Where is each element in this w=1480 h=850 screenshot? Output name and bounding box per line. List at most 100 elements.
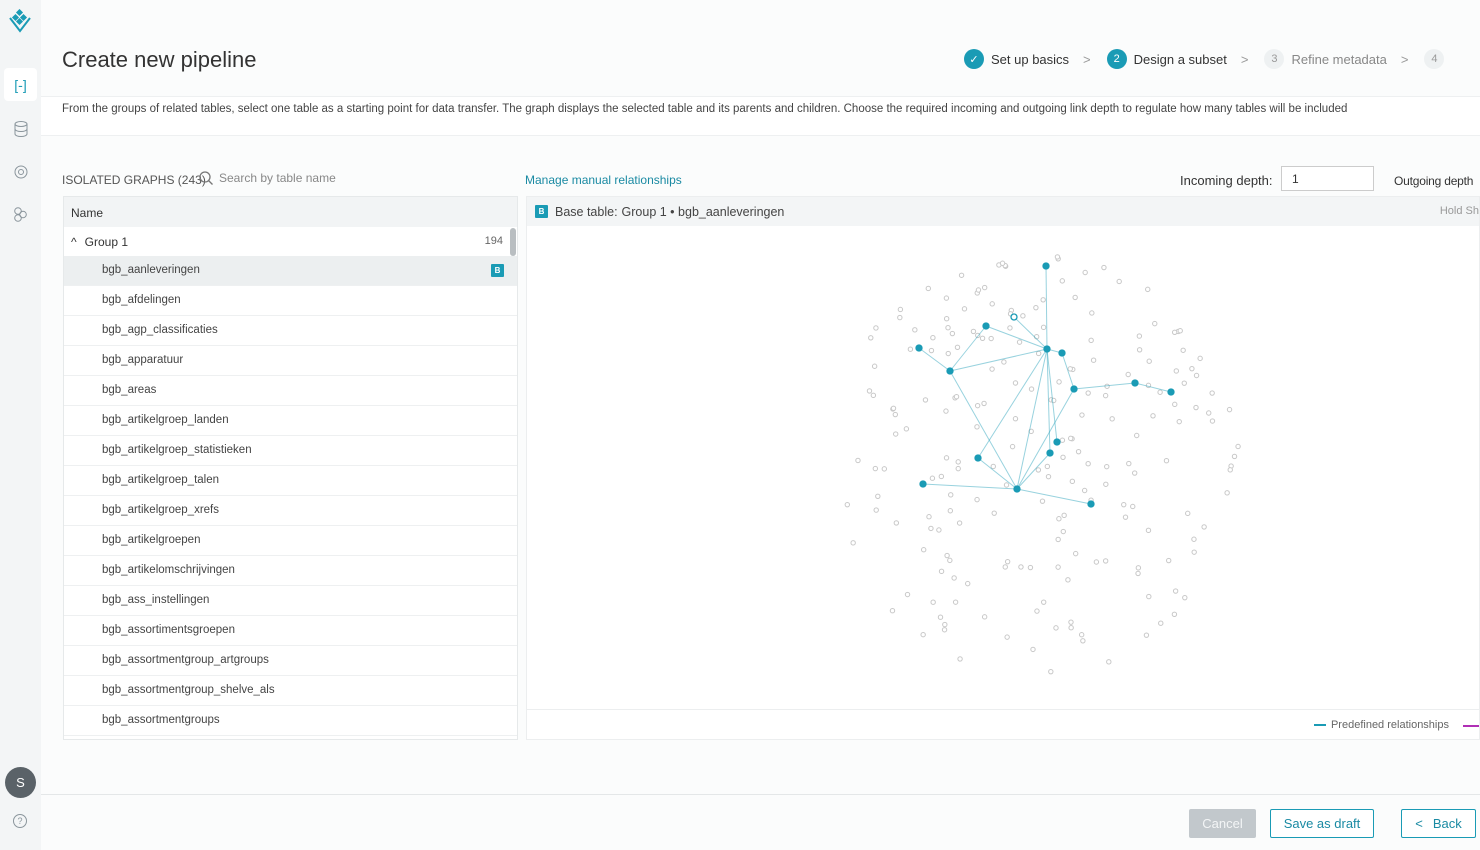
graph-node[interactable] [975, 287, 982, 293]
table-row[interactable]: bgb_artikelgroep_statistieken [64, 436, 517, 466]
graph-node[interactable] [974, 424, 980, 430]
graph-node[interactable] [907, 346, 914, 352]
graph-node[interactable] [1082, 269, 1088, 276]
graph-node[interactable] [1044, 463, 1051, 470]
graph-node[interactable] [844, 501, 851, 508]
graph-node[interactable] [1079, 412, 1085, 418]
graph-node[interactable] [1235, 443, 1241, 450]
graph-node[interactable] [1143, 632, 1150, 638]
graph-node[interactable] [1145, 286, 1151, 293]
graph-node[interactable] [1069, 478, 1076, 485]
graph-node-highlighted[interactable] [982, 322, 990, 330]
graph-node[interactable] [1172, 588, 1179, 594]
graph-node[interactable] [1180, 347, 1186, 353]
target-icon[interactable] [4, 155, 37, 188]
graph-node[interactable] [936, 527, 942, 533]
graph-node[interactable] [1080, 638, 1086, 644]
table-row[interactable]: bgb_artikelgroep_talen [64, 466, 517, 496]
graph-node[interactable] [873, 325, 879, 331]
graph-node[interactable] [1055, 564, 1061, 570]
database-icon[interactable] [4, 112, 37, 145]
graph-node[interactable] [954, 344, 961, 350]
scrollbar[interactable] [510, 228, 516, 256]
graph-node[interactable] [981, 284, 988, 291]
graph-node[interactable] [988, 335, 994, 342]
graph-node[interactable] [941, 627, 948, 633]
graph-node[interactable] [1035, 467, 1042, 473]
graph-node[interactable] [952, 599, 959, 605]
graph-node[interactable] [903, 426, 910, 432]
graph-node[interactable] [1226, 406, 1233, 413]
graph-node[interactable] [981, 400, 987, 407]
table-row[interactable]: bgb_ass_instellingen [64, 586, 517, 616]
graph-node[interactable] [1125, 371, 1131, 378]
graph-node[interactable] [1090, 357, 1097, 363]
help-icon[interactable]: ? [13, 814, 27, 828]
graph-node[interactable] [991, 510, 997, 516]
graph-node[interactable] [945, 350, 951, 357]
graph-node[interactable] [1101, 264, 1107, 271]
graph-node[interactable] [944, 552, 950, 559]
graph-node[interactable] [890, 405, 897, 412]
graph-node-highlighted[interactable] [1087, 500, 1095, 508]
table-row[interactable]: bgb_assortmentgroups [64, 706, 517, 736]
graph-node[interactable] [938, 568, 945, 575]
graph-node[interactable] [1177, 328, 1183, 334]
graph-node[interactable] [1104, 463, 1110, 470]
graph-node[interactable] [1035, 350, 1042, 357]
graph-node[interactable] [1034, 608, 1040, 614]
graph-node-highlighted[interactable] [1010, 313, 1018, 321]
graph-node[interactable] [1028, 386, 1035, 392]
graph-node[interactable] [926, 514, 932, 520]
graph-node[interactable] [1033, 333, 1040, 340]
graph-node[interactable] [942, 621, 948, 628]
back-button[interactable]: < Back [1401, 809, 1476, 838]
graph-node[interactable] [970, 328, 977, 335]
graph-node-highlighted[interactable] [1013, 485, 1021, 493]
graph-node[interactable] [868, 335, 874, 341]
table-row[interactable]: bgb_artikelomschrijvingen [64, 556, 517, 586]
graph-node[interactable] [1003, 482, 1010, 488]
graph-node[interactable] [912, 327, 918, 333]
graph-node[interactable] [937, 614, 944, 620]
graph-node[interactable] [943, 455, 950, 461]
graph-node[interactable] [1102, 392, 1109, 399]
graph-node[interactable] [855, 457, 861, 464]
graph-node[interactable] [1018, 564, 1024, 570]
table-row[interactable]: bgb_artikelgroepen [64, 526, 517, 556]
avatar[interactable]: S [5, 767, 36, 798]
graph-node[interactable] [872, 465, 879, 472]
graph-node[interactable] [1088, 337, 1094, 344]
graph-node[interactable] [1201, 524, 1207, 530]
table-row[interactable]: bgb_assortmentgroup_shelve_als [64, 676, 517, 706]
graph-node[interactable] [989, 301, 995, 307]
graph-node[interactable] [1206, 410, 1212, 416]
graph-node[interactable] [1209, 390, 1215, 396]
graph-node[interactable] [1189, 365, 1195, 372]
graph-node[interactable] [1002, 564, 1008, 570]
graph-node[interactable] [873, 507, 879, 513]
graph-node-highlighted[interactable] [1058, 349, 1066, 357]
graph-node[interactable] [920, 547, 927, 553]
graph-node[interactable] [871, 363, 878, 369]
graph-node[interactable] [1078, 632, 1085, 638]
graph-node[interactable] [1136, 347, 1143, 353]
graph-node[interactable] [1146, 358, 1152, 364]
graph-node[interactable] [1163, 457, 1170, 464]
graph-node[interactable] [1085, 390, 1091, 396]
graph-node[interactable] [945, 324, 951, 331]
graph-node[interactable] [1059, 437, 1066, 443]
graph-node[interactable] [989, 366, 995, 372]
graph-node-highlighted[interactable] [919, 480, 927, 488]
graph-node[interactable] [1040, 297, 1046, 303]
graph-node[interactable] [1121, 501, 1127, 508]
graph-node[interactable] [990, 463, 996, 470]
graph-node[interactable] [1085, 461, 1091, 467]
graph-node[interactable] [1067, 366, 1073, 372]
graph-node[interactable] [1055, 536, 1061, 543]
graph-node[interactable] [961, 306, 968, 312]
graph-node[interactable] [1081, 487, 1088, 494]
graph-node[interactable] [1103, 481, 1109, 487]
graph-node[interactable] [1060, 528, 1066, 535]
graph-node[interactable] [947, 508, 954, 514]
